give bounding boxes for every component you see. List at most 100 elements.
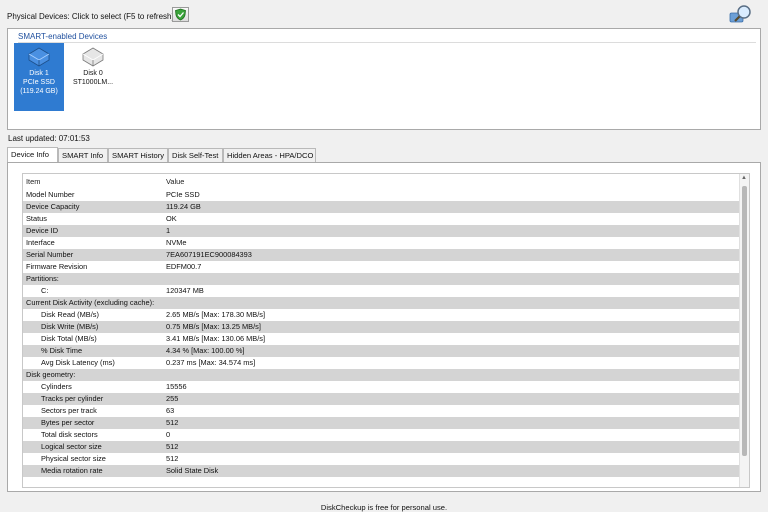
table-header-row: Item Value — [23, 176, 739, 188]
table-row[interactable]: Partitions: — [23, 273, 739, 285]
table-row[interactable]: Serial Number 7EA607191EC900084393 — [23, 249, 739, 261]
device-panel: SMART-enabled Devices Disk 1 PCIe SSD (1… — [7, 28, 761, 130]
search-button[interactable] — [728, 4, 754, 26]
tab-content-panel: Item Value Model Number PCIe SSD Device Ca… — [7, 162, 761, 492]
row-item-label: Physical sector size — [41, 454, 106, 463]
row-item-value: 1 — [166, 226, 171, 235]
table-row[interactable]: Disk geometry: — [23, 369, 739, 381]
disk-drive-icon — [28, 47, 50, 67]
device-model: PCIe SSD — [23, 79, 55, 86]
group-title: SMART-enabled Devices — [18, 32, 108, 41]
vertical-scrollbar[interactable]: ▲ — [739, 174, 749, 487]
refresh-button[interactable] — [172, 7, 189, 22]
row-item-label: Partitions: — [26, 274, 59, 283]
tab-hidden-areas[interactable]: Hidden Areas - HPA/DCO — [223, 148, 316, 162]
row-item-value: EDFM00.7 — [166, 262, 202, 271]
last-updated-label: Last updated: 07:01:53 — [8, 134, 90, 143]
physical-devices-label: Physical Devices: Click to select (F5 to… — [7, 12, 175, 21]
table-row[interactable]: Total disk sectors 0 — [23, 429, 739, 441]
table-row[interactable]: % Disk Time 4.34 % [Max: 100.00 %] — [23, 345, 739, 357]
row-item-label: Serial Number — [26, 250, 74, 259]
row-item-label: Current Disk Activity (excluding cache): — [26, 298, 155, 307]
row-item-label: Sectors per track — [41, 406, 97, 415]
row-item-value: NVMe — [166, 238, 187, 247]
row-item-value: 512 — [166, 418, 179, 427]
row-item-value: 2.65 MB/s [Max: 178.30 MB/s] — [166, 310, 265, 319]
table-row[interactable]: Status OK — [23, 213, 739, 225]
scrollbar-thumb[interactable] — [742, 186, 747, 456]
row-item-value: 3.41 MB/s [Max: 130.06 MB/s] — [166, 334, 265, 343]
row-item-label: Device Capacity — [26, 202, 80, 211]
row-item-value: 119.24 GB — [166, 202, 201, 211]
row-item-label: Disk geometry: — [26, 370, 76, 379]
row-item-label: Disk Write (MB/s) — [41, 322, 99, 331]
table-row[interactable]: Bytes per sector 512 — [23, 417, 739, 429]
disk-drive-icon — [82, 47, 104, 67]
row-item-label: Avg Disk Latency (ms) — [41, 358, 115, 367]
row-item-value: OK — [166, 214, 177, 223]
row-item-value: 7EA607191EC900084393 — [166, 250, 252, 259]
table-row[interactable]: Device ID 1 — [23, 225, 739, 237]
column-header-item: Item — [26, 177, 41, 186]
tab-smart-info[interactable]: SMART Info — [58, 148, 108, 162]
group-divider — [18, 42, 756, 43]
device-capacity: (119.24 GB) — [20, 88, 58, 95]
magnifier-icon — [729, 5, 751, 23]
tab-device-info[interactable]: Device Info — [7, 147, 58, 162]
row-item-label: Media rotation rate — [41, 466, 103, 475]
device-name: Disk 0 — [83, 70, 103, 77]
row-item-label: Cylinders — [41, 382, 72, 391]
table-row[interactable]: Disk Read (MB/s) 2.65 MB/s [Max: 178.30 M… — [23, 309, 739, 321]
row-item-label: Total disk sectors — [41, 430, 98, 439]
row-item-value: 0 — [166, 430, 171, 439]
row-item-label: Status — [26, 214, 47, 223]
row-item-label: Bytes per sector — [41, 418, 95, 427]
shield-refresh-icon — [175, 8, 186, 21]
row-item-value: 63 — [166, 406, 175, 415]
row-item-label: C: — [41, 286, 49, 295]
device-model: ST1000LM... — [72, 79, 114, 86]
table-row[interactable]: Device Capacity 119.24 GB — [23, 201, 739, 213]
row-item-value: 4.34 % [Max: 100.00 %] — [166, 346, 245, 355]
row-item-label: Firmware Revision — [26, 262, 88, 271]
row-item-value: PCIe SSD — [166, 190, 200, 199]
row-item-value: 0.237 ms [Max: 34.574 ms] — [166, 358, 256, 367]
row-item-value: Solid State Disk — [166, 466, 219, 475]
table-row[interactable]: Cylinders 15556 — [23, 381, 739, 393]
scroll-up-arrow-icon[interactable]: ▲ — [741, 175, 747, 181]
table-row[interactable]: Avg Disk Latency (ms) 0.237 ms [Max: 34.5… — [23, 357, 739, 369]
row-item-label: % Disk Time — [41, 346, 83, 355]
footer-note: DiskCheckup is free for personal use. — [320, 503, 448, 512]
row-item-value: 0.75 MB/s [Max: 13.25 MB/s] — [166, 322, 261, 331]
table-row[interactable]: Current Disk Activity (excluding cache): — [23, 297, 739, 309]
column-header-value: Value — [166, 177, 185, 186]
table-row[interactable]: Disk Total (MB/s) 3.41 MB/s [Max: 130.06 … — [23, 333, 739, 345]
table-row[interactable]: Disk Write (MB/s) 0.75 MB/s [Max: 13.25 M… — [23, 321, 739, 333]
row-item-label: Logical sector size — [41, 442, 102, 451]
table-row[interactable]: C: 120347 MB — [23, 285, 739, 297]
table-row[interactable]: Media rotation rate Solid State Disk — [23, 465, 739, 477]
tab-disk-self-test[interactable]: Disk Self-Test — [168, 148, 223, 162]
table-row[interactable]: Physical sector size 512 — [23, 453, 739, 465]
table-row[interactable]: Interface NVMe — [23, 237, 739, 249]
device-disk-0[interactable]: Disk 0 ST1000LM... — [66, 43, 120, 111]
tab-smart-history[interactable]: SMART History — [108, 148, 168, 162]
device-name: Disk 1 — [29, 70, 49, 77]
row-item-value: 512 — [166, 454, 179, 463]
row-item-label: Model Number — [26, 190, 75, 199]
table-row[interactable]: Sectors per track 63 — [23, 405, 739, 417]
row-item-label: Disk Read (MB/s) — [41, 310, 99, 319]
row-item-value: 15556 — [166, 382, 187, 391]
row-item-value: 255 — [166, 394, 179, 403]
row-item-label: Device ID — [26, 226, 59, 235]
row-item-value: 120347 MB — [166, 286, 204, 295]
device-disk-1[interactable]: Disk 1 PCIe SSD (119.24 GB) — [14, 43, 64, 111]
row-item-label: Interface — [26, 238, 55, 247]
row-item-value: 512 — [166, 442, 179, 451]
table-row[interactable]: Firmware Revision EDFM00.7 — [23, 261, 739, 273]
table-row[interactable]: Logical sector size 512 — [23, 441, 739, 453]
device-info-table: Item Value Model Number PCIe SSD Device Ca… — [22, 173, 750, 488]
row-item-label: Disk Total (MB/s) — [41, 334, 97, 343]
table-row[interactable]: Model Number PCIe SSD — [23, 189, 739, 201]
table-row[interactable]: Tracks per cylinder 255 — [23, 393, 739, 405]
